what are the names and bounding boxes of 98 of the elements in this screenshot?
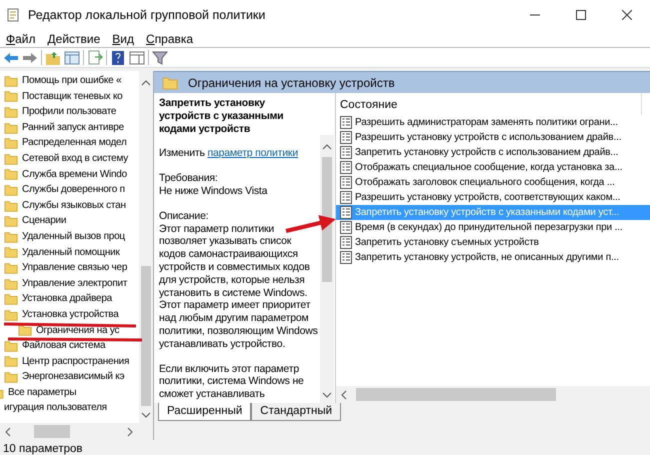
annotation-arrow [286,215,336,233]
description-text: Если включить этот параметр политики, система Windows не сможет устанавливать [159,362,305,401]
folder-icon [162,74,178,90]
scroll-down-icon[interactable] [322,391,332,399]
policy-icon [339,130,353,145]
scroll-left-icon[interactable] [4,427,12,437]
policy-title: Запретить установку устройств с указанными кодами устройств [159,97,284,136]
policy-row[interactable]: Разрешить установку устройств, соответствующих каком... [336,190,650,205]
folder-icon [4,245,18,260]
policy-row[interactable]: Запретить установку съемных устройств [336,235,650,250]
policy-icon [339,160,353,175]
view-tab[interactable]: Стандартный [251,403,342,421]
folder-icon [4,136,18,150]
tree-item[interactable]: Служба времени Windo [0,166,139,182]
tree-item[interactable]: Удаленный помощник [0,244,139,260]
folder-icon [4,104,18,119]
folder-icon [4,230,18,244]
folder-icon [4,260,18,275]
close-icon [622,10,632,20]
scroll-up-icon[interactable] [141,79,151,87]
requirements-text: Не ниже Windows Vista [159,184,268,198]
folder-icon [4,276,18,291]
description-text: Этот параметр политики позволяет указывать список кодов самонастраивающихся устройств и совместимых кодов для устройств, которые нельзя установить в системе Windows. Этот параметр имеет приоритет над любым другим параметром политики, позволяющим Windows устанавливать устройство. [159,222,319,351]
folder-icon [4,292,18,306]
column-header[interactable]: Состояние [336,93,642,115]
properties-icon[interactable] [129,50,145,66]
tree-item[interactable]: Управление связью чер [0,260,139,276]
policy-icon [339,115,353,130]
folder-icon [4,214,18,228]
scrollbar[interactable] [336,386,650,403]
tree-item[interactable]: Сетевой вход в систему [0,150,139,167]
policy-row[interactable]: Отображать специальное сообщение, когда установка за... [336,160,650,175]
help-icon[interactable] [110,50,126,66]
folder-icon [4,89,18,104]
window-title: Редактор локальной групповой политики [28,6,266,24]
menu-item[interactable]: Действие [48,30,100,48]
tree-item[interactable]: Удаленный вызов проц [0,228,139,245]
policy-icon [339,145,353,160]
tree-item[interactable]: Поставщик теневых ко [0,88,139,104]
tree-item[interactable]: Профили пользовате [0,104,139,120]
console-tree-icon[interactable] [64,50,80,66]
tree-item[interactable]: Управление электропит [0,276,139,292]
scrollbar[interactable] [139,71,153,423]
policy-icon [339,175,353,190]
folder-icon [18,323,32,338]
folder-icon [4,308,18,322]
policy-settings-link[interactable]: параметр политики [207,147,298,160]
policy-icon [339,190,353,205]
maximize-icon [576,10,586,20]
view-tab[interactable]: Расширенный [158,403,252,421]
pane-title: Ограничения на установку устройств [188,74,395,92]
menu-item[interactable]: Справка [146,30,194,48]
scroll-up-icon[interactable] [322,143,332,151]
tree-item[interactable]: Ограничения на ус [0,322,139,338]
tree-item[interactable]: Установка драйвера [0,291,139,307]
scrollbar[interactable] [320,135,334,403]
folder-icon [4,167,18,182]
tree-item[interactable]: Энергонезависимый кэ [0,369,139,385]
policy-row[interactable]: Запретить установку устройств, не описанных другими п... [336,250,650,265]
folder-icon [4,74,18,88]
folder-icon [4,152,18,166]
tree-item[interactable]: Сценарии [0,213,139,229]
tree-item[interactable]: Распределенная модел [0,135,139,151]
policy-row[interactable]: Отображать заголовок специального сообщения, когда ... [336,175,650,190]
folder-icon [4,198,18,213]
policy-row[interactable]: Разрешить администраторам заменять политики ограни... [336,115,650,130]
policy-row[interactable]: Время (в секундах) до принудительной перезагрузки при ... [336,220,650,235]
tree-item[interactable]: Ранний запуск антивре [0,120,139,136]
folder-icon [4,354,18,368]
menu-item[interactable]: Файл [6,30,36,48]
folder-up-icon[interactable] [45,50,61,66]
folder-icon [4,338,18,353]
policy-icon [339,205,353,220]
scroll-right-icon[interactable] [126,427,134,437]
status-bar-text: 10 параметров [2,442,84,455]
tree-item[interactable]: Центр распространения [0,354,139,370]
policy-icon [339,220,353,235]
description-label: Описание: [159,210,210,223]
app-icon [6,7,20,23]
policy-icon [339,250,353,265]
tree-item[interactable]: игурация пользователя [0,400,139,416]
edit-label: Изменить [159,147,206,160]
folder-icon [4,120,18,135]
export-icon[interactable] [87,50,103,66]
policy-icon [339,235,353,250]
requirements-label: Требования: [159,172,219,185]
tree-item[interactable]: Помощь при ошибке « [0,73,139,89]
scroll-down-icon[interactable] [141,411,151,419]
tree-item[interactable]: Установка устройства [0,306,139,322]
tree-item[interactable]: Все параметры [0,384,139,400]
tree-item[interactable]: Службы языковых стан [0,198,139,214]
menu-item[interactable]: Вид [112,30,134,48]
policy-row[interactable]: Разрешить установку устройств с использованием драйв... [336,130,650,145]
scroll-left-icon[interactable] [340,390,348,400]
policy-row[interactable]: Запретить установку устройств с использованием драйв... [336,145,650,160]
folder-icon [4,182,18,197]
tree-item[interactable]: Службы доверенного п [0,182,139,198]
tree-item[interactable]: Файловая система [0,338,139,354]
